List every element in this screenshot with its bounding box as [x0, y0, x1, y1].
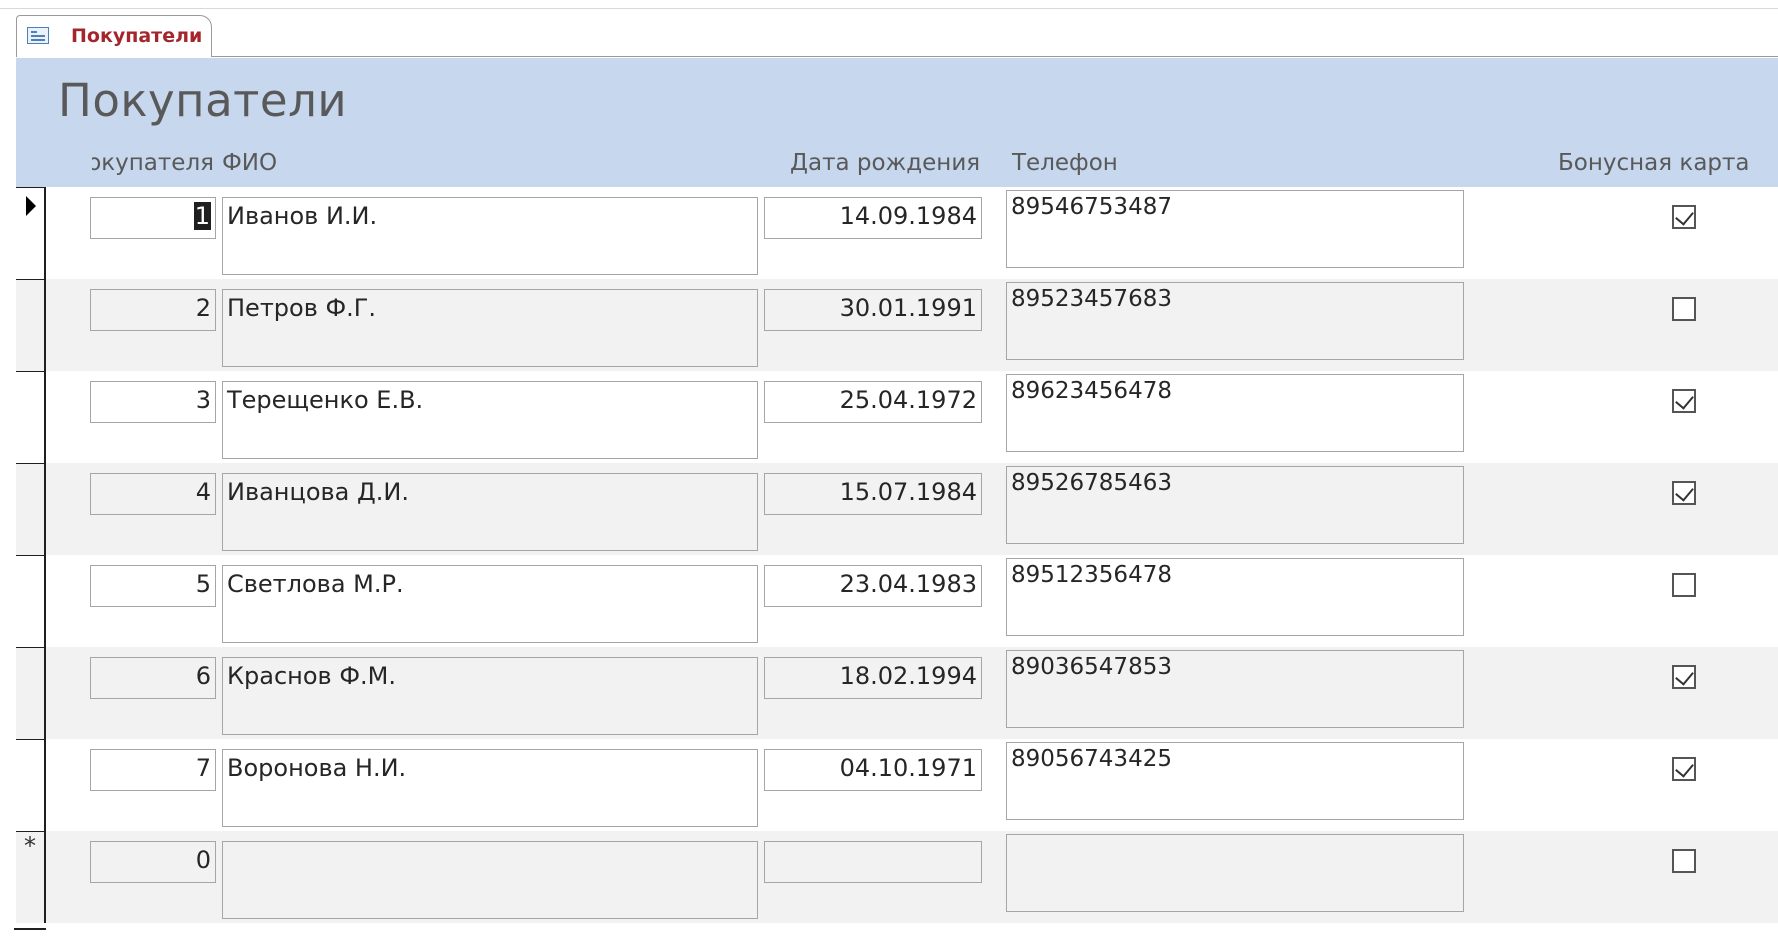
form-icon: [27, 27, 49, 44]
tab-baseline: [212, 56, 1778, 57]
record-selector[interactable]: [16, 371, 46, 463]
fio-field[interactable]: [222, 841, 758, 919]
record-selector[interactable]: [16, 555, 46, 647]
record-selector[interactable]: *: [16, 831, 46, 923]
tab-label: Покупатели: [71, 25, 203, 47]
record-selector[interactable]: [16, 463, 46, 555]
top-divider: [0, 8, 1778, 9]
tab-pokupateli[interactable]: Покупатели: [16, 15, 212, 57]
record-selector-bottom: [14, 928, 46, 930]
fio-field[interactable]: Терещенко Е.В.: [222, 381, 758, 459]
phone-field[interactable]: 89623456478: [1006, 374, 1464, 452]
id-field[interactable]: 6: [90, 657, 216, 699]
new-record-row: * 0: [16, 831, 1778, 923]
record-row: 1 Иванов И.И. 14.09.1984 89546753487: [16, 187, 1778, 279]
bonus-card-checkbox[interactable]: [1672, 757, 1696, 781]
dob-field[interactable]: 15.07.1984: [764, 473, 982, 515]
phone-field[interactable]: 89512356478: [1006, 558, 1464, 636]
checkmark-icon: [1675, 758, 1694, 778]
record-selector[interactable]: [16, 279, 46, 371]
bonus-card-checkbox[interactable]: [1672, 849, 1696, 873]
id-field[interactable]: 2: [90, 289, 216, 331]
column-label-bonus: Бонусная карта: [1558, 150, 1750, 176]
checkmark-icon: [1675, 482, 1694, 502]
id-field[interactable]: 4: [90, 473, 216, 515]
dob-field[interactable]: 14.09.1984: [764, 197, 982, 239]
id-field[interactable]: 0: [90, 841, 216, 883]
id-field[interactable]: 3: [90, 381, 216, 423]
id-field[interactable]: 7: [90, 749, 216, 791]
bonus-card-checkbox[interactable]: [1672, 205, 1696, 229]
checkmark-icon: [1675, 206, 1694, 226]
fio-field[interactable]: Светлова М.Р.: [222, 565, 758, 643]
phone-field[interactable]: 89523457683: [1006, 282, 1464, 360]
column-label-phone: Телефон: [1012, 150, 1118, 176]
new-record-asterisk-icon: *: [24, 832, 36, 860]
bonus-card-checkbox[interactable]: [1672, 665, 1696, 689]
phone-field[interactable]: 89056743425: [1006, 742, 1464, 820]
bonus-card-checkbox[interactable]: [1672, 573, 1696, 597]
dob-field[interactable]: 30.01.1991: [764, 289, 982, 331]
form-title: Покупатели: [58, 74, 348, 127]
checkmark-icon: [1675, 666, 1694, 686]
phone-field[interactable]: 89036547853: [1006, 650, 1464, 728]
fio-field[interactable]: Воронова Н.И.: [222, 749, 758, 827]
phone-field[interactable]: 89546753487: [1006, 190, 1464, 268]
dob-field[interactable]: [764, 841, 982, 883]
record-row: 7 Воронова Н.И. 04.10.1971 89056743425: [16, 739, 1778, 831]
dob-field[interactable]: 18.02.1994: [764, 657, 982, 699]
id-value: 1: [193, 202, 211, 230]
record-row: 6 Краснов Ф.М. 18.02.1994 89036547853: [16, 647, 1778, 739]
phone-field[interactable]: [1006, 834, 1464, 912]
bonus-card-checkbox[interactable]: [1672, 481, 1696, 505]
fio-field[interactable]: Иванов И.И.: [222, 197, 758, 275]
bonus-card-checkbox[interactable]: [1672, 297, 1696, 321]
fio-field[interactable]: Краснов Ф.М.: [222, 657, 758, 735]
column-label-dob: Дата рождения: [790, 150, 981, 176]
column-label-fio: ФИО: [222, 150, 278, 176]
record-row: 5 Светлова М.Р. 23.04.1983 89512356478: [16, 555, 1778, 647]
fio-field[interactable]: Иванцова Д.И.: [222, 473, 758, 551]
id-field[interactable]: 1: [90, 197, 216, 239]
record-row: 2 Петров Ф.Г. 30.01.1991 89523457683: [16, 279, 1778, 371]
dob-field[interactable]: 23.04.1983: [764, 565, 982, 607]
bonus-card-checkbox[interactable]: [1672, 389, 1696, 413]
record-selector[interactable]: [16, 739, 46, 831]
record-row: 3 Терещенко Е.В. 25.04.1972 89623456478: [16, 371, 1778, 463]
record-row: 4 Иванцова Д.И. 15.07.1984 89526785463: [16, 463, 1778, 555]
record-selector[interactable]: [16, 187, 46, 279]
id-field[interactable]: 5: [90, 565, 216, 607]
dob-field[interactable]: 04.10.1971: [764, 749, 982, 791]
phone-field[interactable]: 89526785463: [1006, 466, 1464, 544]
column-label-id: Код покупателя: [92, 150, 214, 176]
dob-field[interactable]: 25.04.1972: [764, 381, 982, 423]
fio-field[interactable]: Петров Ф.Г.: [222, 289, 758, 367]
checkmark-icon: [1675, 390, 1694, 410]
current-record-arrow-icon: [26, 196, 36, 216]
record-selector[interactable]: [16, 647, 46, 739]
